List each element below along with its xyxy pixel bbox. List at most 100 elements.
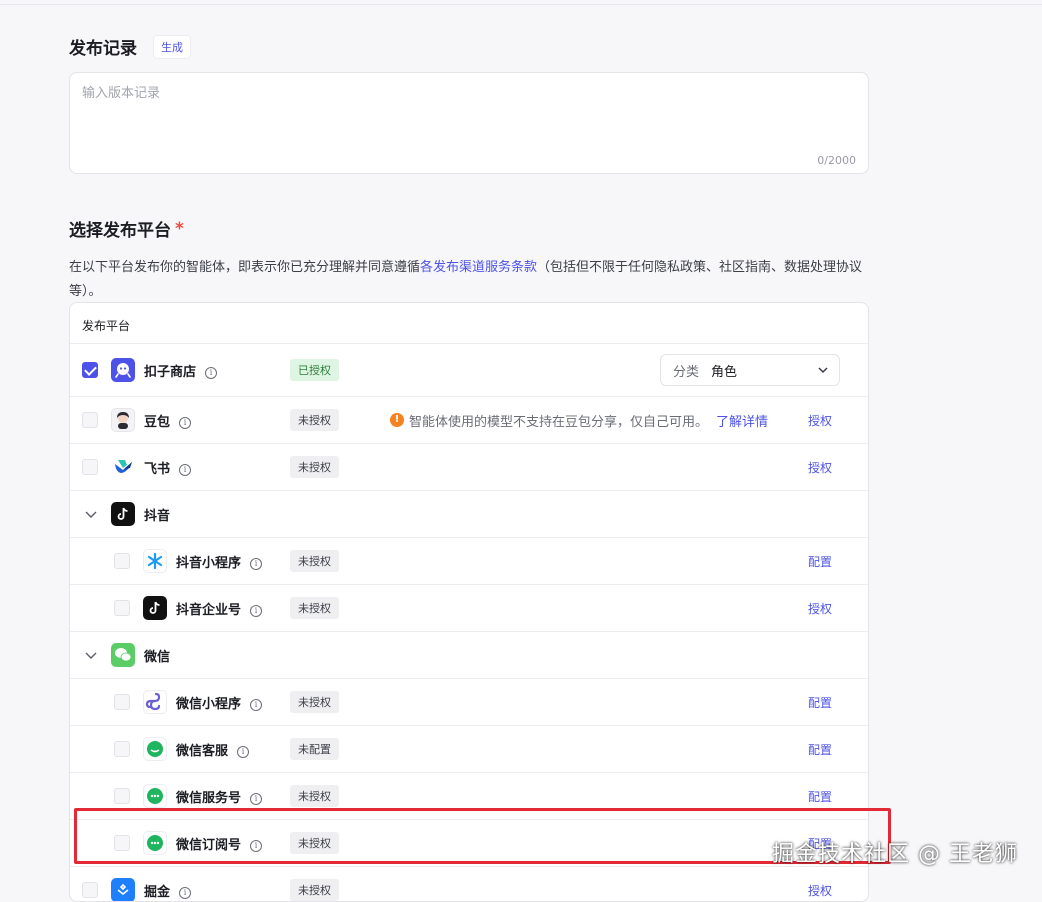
category-select[interactable]: 分类 角色	[660, 354, 840, 386]
checkbox-coze-store[interactable]	[82, 362, 98, 378]
authorize-button-juejin[interactable]: 授权	[808, 882, 832, 899]
chevron-down-icon[interactable]	[84, 648, 98, 662]
table-row-wechat-service: 微信客服 i 未配置 配置	[70, 726, 868, 773]
table-row-wechat-group[interactable]: 微信	[70, 632, 868, 679]
status-badge: 未配置	[290, 738, 339, 760]
authorize-button-doubao[interactable]: 授权	[808, 412, 832, 429]
status-badge: 已授权	[290, 359, 339, 381]
checkbox-douyin-enterprise[interactable]	[114, 600, 130, 616]
table-row-coze-store: 扣子商店 i 已授权 分类 角色	[70, 344, 868, 397]
platform-name: 掘金 i	[144, 881, 192, 900]
table-row-douyin-group[interactable]: 抖音	[70, 491, 868, 538]
table-row-wechat-subscription: 微信订阅号 i 未授权 配置	[70, 820, 868, 867]
platform-name-text: 抖音企业号	[176, 602, 242, 618]
checkbox-wechat-miniapp[interactable]	[114, 694, 130, 710]
platform-name: 抖音企业号 i	[176, 599, 263, 618]
coze-store-icon	[111, 358, 135, 382]
generate-button[interactable]: 生成	[153, 34, 191, 59]
info-icon[interactable]: i	[237, 745, 250, 758]
wechat-service-icon	[143, 737, 167, 761]
info-icon[interactable]: i	[179, 416, 192, 429]
checkbox-juejin[interactable]	[82, 882, 98, 898]
table-row-douyin-enterprise: 抖音企业号 i 未授权 授权	[70, 585, 868, 632]
publish-page: 发布记录 生成 0/2000 选择发布平台 * 在以下平台发布你的智能体，即表示…	[0, 0, 1042, 902]
wechat-official-service-icon	[143, 784, 167, 808]
release-record-input[interactable]	[70, 73, 868, 173]
wechat-subscription-icon	[143, 831, 167, 855]
description-text: 在以下平台发布你的智能体，即表示你已充分理解并同意遵循	[69, 260, 421, 275]
checkbox-wechat-official-service[interactable]	[114, 788, 130, 804]
status-badge: 未授权	[290, 785, 339, 807]
info-icon[interactable]: i	[250, 792, 263, 805]
doubao-icon	[111, 408, 135, 432]
platform-name: 飞书 i	[144, 458, 192, 477]
checkbox-feishu[interactable]	[82, 459, 98, 475]
platform-name-text: 微信服务号	[176, 790, 242, 806]
status-badge: 未授权	[290, 550, 339, 572]
info-icon[interactable]: i	[179, 886, 192, 899]
platforms-title: 选择发布平台	[69, 221, 171, 241]
category-label: 分类	[673, 364, 700, 380]
platform-name: 微信小程序 i	[176, 693, 263, 712]
platform-name-text: 飞书	[144, 461, 171, 477]
platform-name: 豆包 i	[144, 411, 192, 430]
table-row-juejin: 掘金 i 未授权 授权	[70, 867, 868, 901]
platform-name-text: 抖音小程序	[176, 555, 242, 571]
status-badge: 未授权	[290, 456, 339, 478]
status-badge: 未授权	[290, 879, 339, 901]
info-icon[interactable]: i	[179, 463, 192, 476]
terms-link[interactable]: 各发布渠道服务条款	[420, 260, 537, 275]
configure-button-wechat-miniapp[interactable]: 配置	[808, 694, 832, 711]
table-row-feishu: 飞书 i 未授权 授权	[70, 444, 868, 491]
platform-name: 微信订阅号 i	[176, 834, 263, 853]
configure-button-wechat-service[interactable]: 配置	[808, 741, 832, 758]
platform-name-text: 微信小程序	[176, 696, 242, 712]
release-record-box: 0/2000	[69, 72, 869, 174]
douyin-icon	[111, 502, 135, 526]
authorize-button-feishu[interactable]: 授权	[808, 459, 832, 476]
release-record-heading: 发布记录 生成	[69, 34, 191, 59]
info-icon[interactable]: i	[250, 839, 263, 852]
platform-table: 发布平台 扣子商店 i 已授权 分类 角色 豆包 i 未授权 ! 智能体使用的模…	[69, 302, 869, 902]
chevron-down-icon[interactable]	[84, 507, 98, 521]
platform-name-text: 扣子商店	[144, 364, 197, 380]
platform-group-name: 抖音	[144, 508, 171, 524]
douyin-miniapp-icon	[143, 549, 167, 573]
info-icon[interactable]: i	[250, 698, 263, 711]
platform-name: 扣子商店 i	[144, 361, 218, 380]
required-mark: *	[175, 218, 184, 239]
checkbox-douyin-miniapp[interactable]	[114, 553, 130, 569]
chevron-down-icon	[818, 367, 828, 374]
release-record-title: 发布记录	[69, 39, 137, 59]
char-counter: 0/2000	[817, 154, 856, 167]
douyin-enterprise-icon	[143, 596, 167, 620]
info-icon[interactable]: i	[205, 366, 218, 379]
learn-more-link[interactable]: 了解详情	[716, 411, 768, 430]
checkbox-wechat-subscription[interactable]	[114, 835, 130, 851]
table-header: 发布平台	[70, 303, 868, 344]
warning-text: 智能体使用的模型不支持在豆包分享，仅自己可用。	[409, 414, 709, 430]
platform-name-text: 微信订阅号	[176, 837, 242, 853]
checkbox-doubao[interactable]	[82, 412, 98, 428]
platform-name: 抖音小程序 i	[176, 552, 263, 571]
info-icon[interactable]: i	[250, 557, 263, 570]
warning-icon: !	[390, 413, 404, 427]
juejin-icon	[111, 878, 135, 901]
platform-name-text: 掘金	[144, 884, 171, 900]
platform-name-text: 豆包	[144, 414, 171, 430]
wechat-icon	[111, 643, 135, 667]
authorize-button-douyin-enterprise[interactable]: 授权	[808, 600, 832, 617]
checkbox-wechat-service[interactable]	[114, 741, 130, 757]
table-row-wechat-official-service: 微信服务号 i 未授权 配置	[70, 773, 868, 820]
feishu-icon	[111, 455, 135, 479]
info-icon[interactable]: i	[250, 604, 263, 617]
category-value: 角色	[711, 364, 738, 380]
table-row-wechat-miniapp: 微信小程序 i 未授权 配置	[70, 679, 868, 726]
status-badge: 未授权	[290, 597, 339, 619]
platform-name: 微信服务号 i	[176, 787, 263, 806]
platform-group-name: 微信	[144, 649, 171, 665]
configure-button-wechat-official-service[interactable]: 配置	[808, 788, 832, 805]
platform-name-text: 微信客服	[176, 743, 229, 759]
table-row-douyin-miniapp: 抖音小程序 i 未授权 配置	[70, 538, 868, 585]
configure-button-douyin-miniapp[interactable]: 配置	[808, 553, 832, 570]
